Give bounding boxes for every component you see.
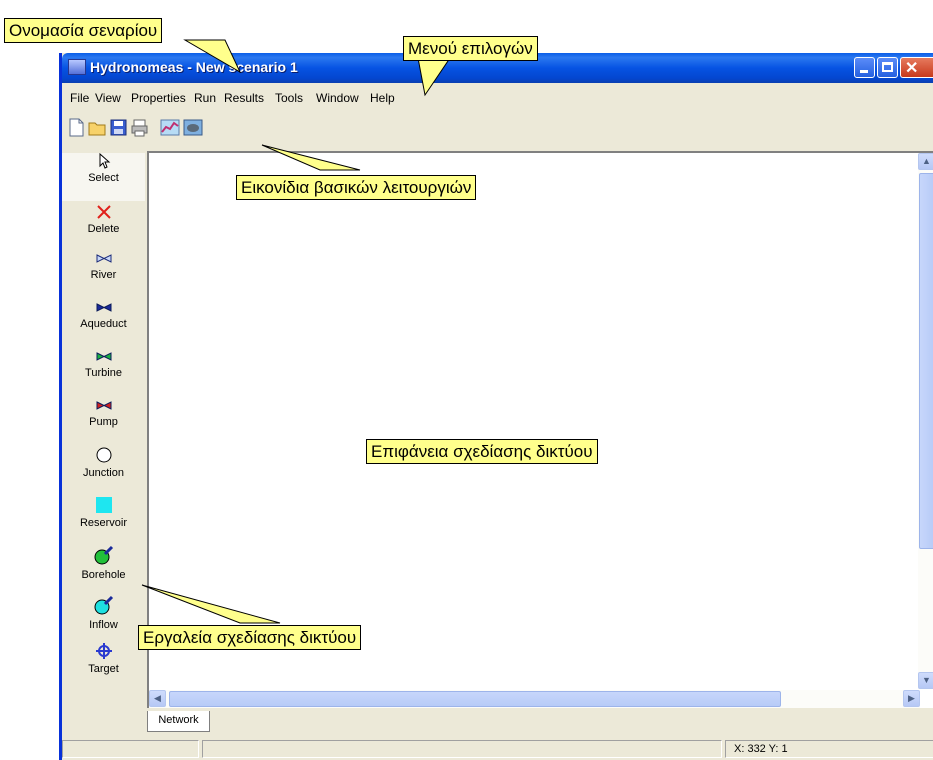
menu-view[interactable]: View xyxy=(95,91,121,105)
junction-circle-icon xyxy=(96,447,111,463)
tool-label: Reservoir xyxy=(79,517,128,529)
minimize-icon xyxy=(860,70,868,73)
chart-icon xyxy=(160,119,180,136)
print-icon xyxy=(131,119,148,137)
tool-aqueduct[interactable]: Aqueduct xyxy=(62,301,145,345)
chevron-right-icon: ▶ xyxy=(908,693,915,703)
close-button[interactable]: ✕ xyxy=(900,57,933,78)
tool-label: Pump xyxy=(89,416,118,428)
status-panel-2 xyxy=(202,740,722,758)
aqueduct-link-icon xyxy=(96,303,111,312)
tool-label: Aqueduct xyxy=(80,318,127,330)
tool-label: Borehole xyxy=(81,569,126,581)
tool-select[interactable]: Select xyxy=(62,152,145,201)
horizontal-scrollbar[interactable]: ◀ ▶ xyxy=(149,690,920,708)
maximize-icon xyxy=(882,62,893,72)
callout-basic-icons: Εικονίδια βασικών λειτουργιών xyxy=(236,175,477,200)
drawing-tools-panel: Select Delete River Aqueduct Turbine Pum… xyxy=(62,148,145,708)
tool-label: Turbine xyxy=(85,367,122,379)
target-crosshair-icon xyxy=(95,643,112,659)
tool-label: Inflow xyxy=(89,619,118,631)
tool-borehole[interactable]: Borehole xyxy=(62,544,145,592)
tool-turbine[interactable]: Turbine xyxy=(62,350,145,394)
tool-label: Delete xyxy=(87,223,120,235)
tool-reservoir[interactable]: Reservoir xyxy=(62,496,145,542)
tool-river[interactable]: River xyxy=(62,252,145,296)
vertical-scroll-thumb[interactable] xyxy=(919,173,933,549)
open-folder-icon xyxy=(88,122,106,136)
status-coords: X: 332 Y: 1 xyxy=(725,740,933,758)
tool-inflow[interactable]: Inflow xyxy=(62,594,145,638)
menu-properties[interactable]: Properties xyxy=(131,91,186,105)
maximize-button[interactable] xyxy=(877,57,898,78)
scroll-left-button[interactable]: ◀ xyxy=(149,690,166,707)
new-file-icon xyxy=(69,118,84,137)
tab-network[interactable]: Network xyxy=(147,711,210,732)
callout-drawing-tools: Εργαλεία σχεδίασης δικτύου xyxy=(138,625,362,650)
minimize-button[interactable] xyxy=(854,57,875,78)
tool-target[interactable]: Target xyxy=(62,642,145,684)
chevron-left-icon: ◀ xyxy=(154,693,161,703)
network-icon xyxy=(183,119,203,136)
new-file-button[interactable] xyxy=(67,118,86,137)
scroll-down-button[interactable]: ▼ xyxy=(918,672,933,689)
window-title: Hydronomeas - New scenario 1 xyxy=(90,59,298,75)
inflow-icon xyxy=(94,595,113,615)
save-icon xyxy=(110,119,127,136)
scroll-right-button[interactable]: ▶ xyxy=(903,690,920,707)
pointer-icon xyxy=(99,152,110,169)
chevron-up-icon: ▲ xyxy=(922,156,931,166)
borehole-icon xyxy=(94,545,113,565)
river-link-icon xyxy=(96,254,111,263)
menu-results[interactable]: Results xyxy=(224,91,264,105)
scroll-up-button[interactable]: ▲ xyxy=(918,153,933,170)
callout-drawing-surface: Επιφάνεια σχεδίασης δικτύου xyxy=(366,439,598,464)
status-panel-1 xyxy=(62,740,199,758)
callout-scenario-name: Ονομασία σεναρίου xyxy=(4,18,163,43)
menu-run[interactable]: Run xyxy=(194,91,216,105)
close-icon: ✕ xyxy=(905,60,919,77)
save-button[interactable] xyxy=(109,118,128,137)
tool-delete[interactable]: Delete xyxy=(62,204,145,248)
app-window: Hydronomeas - New scenario 1 ✕ File View… xyxy=(59,53,933,760)
turbine-link-icon xyxy=(96,352,111,361)
tool-label: Junction xyxy=(83,467,124,479)
app-icon xyxy=(68,59,86,75)
red-x-icon xyxy=(96,205,111,219)
menu-window[interactable]: Window xyxy=(316,91,359,105)
reservoir-square-icon xyxy=(95,497,112,513)
callout-options-menu: Μενού επιλογών xyxy=(403,36,538,61)
menu-file[interactable]: File xyxy=(70,91,89,105)
tool-label: River xyxy=(90,269,117,281)
menu-bar: File View Properties Run Results Tools W… xyxy=(62,86,933,108)
tool-label: Target xyxy=(88,663,119,675)
vertical-scrollbar[interactable]: ▲ ▼ xyxy=(918,153,933,689)
tool-junction[interactable]: Junction xyxy=(62,446,145,492)
chevron-down-icon: ▼ xyxy=(922,675,931,685)
open-button[interactable] xyxy=(88,118,107,137)
menu-tools[interactable]: Tools xyxy=(275,91,303,105)
tool-label: Select xyxy=(88,172,119,184)
pump-link-icon xyxy=(96,401,111,410)
tool-pump[interactable]: Pump xyxy=(62,399,145,443)
network-button[interactable] xyxy=(183,118,203,137)
horizontal-scroll-thumb[interactable] xyxy=(169,691,781,707)
status-bar: X: 332 Y: 1 xyxy=(62,736,933,760)
menu-help[interactable]: Help xyxy=(370,91,395,105)
chart-button[interactable] xyxy=(160,118,180,137)
toolbar xyxy=(62,111,933,141)
print-button[interactable] xyxy=(130,118,149,137)
